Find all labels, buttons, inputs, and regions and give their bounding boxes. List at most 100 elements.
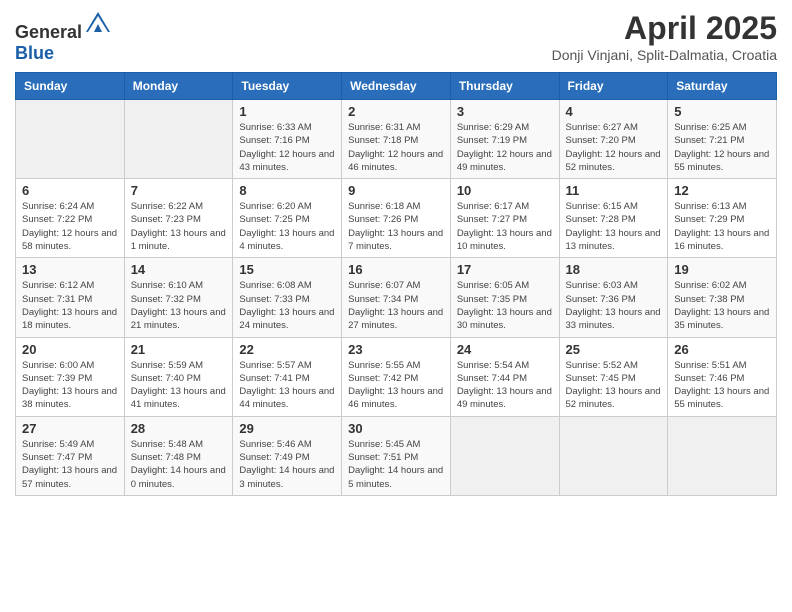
calendar-cell: 4 Sunrise: 6:27 AM Sunset: 7:20 PM Daylig…	[559, 100, 668, 179]
title-area: April 2025 Donji Vinjani, Split-Dalmatia…	[552, 10, 777, 63]
calendar-week-5: 27 Sunrise: 5:49 AM Sunset: 7:47 PM Dayli…	[16, 416, 777, 495]
calendar-cell: 7Sunrise: 6:22 AM Sunset: 7:23 PM Daylig…	[124, 179, 233, 258]
day-number: 4	[566, 104, 662, 119]
calendar-cell: 2Sunrise: 6:31 AM Sunset: 7:18 PM Daylig…	[342, 100, 451, 179]
calendar-cell: 11 Sunrise: 6:15 AM Sunset: 7:28 PM Dayli…	[559, 179, 668, 258]
weekday-header-saturday: Saturday	[668, 73, 777, 100]
day-number: 5	[674, 104, 770, 119]
calendar-cell: 22 Sunrise: 5:57 AM Sunset: 7:41 PM Dayli…	[233, 337, 342, 416]
day-info: Sunrise: 6:00 AM Sunset: 7:39 PM Dayligh…	[22, 359, 118, 412]
day-info: Sunrise: 6:18 AM Sunset: 7:26 PM Dayligh…	[348, 200, 444, 253]
calendar-cell	[124, 100, 233, 179]
day-number: 25	[566, 342, 662, 357]
month-title: April 2025	[552, 10, 777, 47]
page-header: General Blue April 2025 Donji Vinjani, S…	[15, 10, 777, 64]
calendar-cell: 29 Sunrise: 5:46 AM Sunset: 7:49 PM Dayli…	[233, 416, 342, 495]
day-info: Sunrise: 6:33 AM Sunset: 7:16 PM Dayligh…	[239, 121, 335, 174]
calendar-week-2: 6 Sunrise: 6:24 AM Sunset: 7:22 PM Daylig…	[16, 179, 777, 258]
logo-general: General	[15, 22, 82, 42]
day-info: Sunrise: 6:17 AM Sunset: 7:27 PM Dayligh…	[457, 200, 553, 253]
day-number: 18	[566, 262, 662, 277]
calendar-cell	[450, 416, 559, 495]
calendar-week-1: 1Sunrise: 6:33 AM Sunset: 7:16 PM Daylig…	[16, 100, 777, 179]
weekday-header-row: SundayMondayTuesdayWednesdayThursdayFrid…	[16, 73, 777, 100]
weekday-header-wednesday: Wednesday	[342, 73, 451, 100]
day-info: Sunrise: 5:57 AM Sunset: 7:41 PM Dayligh…	[239, 359, 335, 412]
calendar-cell	[559, 416, 668, 495]
location-subtitle: Donji Vinjani, Split-Dalmatia, Croatia	[552, 47, 777, 63]
calendar-week-4: 20Sunrise: 6:00 AM Sunset: 7:39 PM Dayli…	[16, 337, 777, 416]
day-info: Sunrise: 5:45 AM Sunset: 7:51 PM Dayligh…	[348, 438, 444, 491]
logo-blue: Blue	[15, 43, 54, 63]
calendar-cell: 10 Sunrise: 6:17 AM Sunset: 7:27 PM Dayli…	[450, 179, 559, 258]
day-info: Sunrise: 5:49 AM Sunset: 7:47 PM Dayligh…	[22, 438, 118, 491]
day-info: Sunrise: 6:24 AM Sunset: 7:22 PM Dayligh…	[22, 200, 118, 253]
calendar-cell: 1Sunrise: 6:33 AM Sunset: 7:16 PM Daylig…	[233, 100, 342, 179]
weekday-header-friday: Friday	[559, 73, 668, 100]
day-info: Sunrise: 6:03 AM Sunset: 7:36 PM Dayligh…	[566, 279, 662, 332]
calendar-cell: 9 Sunrise: 6:18 AM Sunset: 7:26 PM Daylig…	[342, 179, 451, 258]
calendar-cell: 17 Sunrise: 6:05 AM Sunset: 7:35 PM Dayli…	[450, 258, 559, 337]
page-container: General Blue April 2025 Donji Vinjani, S…	[0, 0, 792, 506]
logo-icon	[84, 10, 112, 38]
logo: General Blue	[15, 10, 112, 64]
day-number: 6	[22, 183, 118, 198]
calendar-cell: 8 Sunrise: 6:20 AM Sunset: 7:25 PM Daylig…	[233, 179, 342, 258]
day-number: 14	[131, 262, 227, 277]
day-info: Sunrise: 6:20 AM Sunset: 7:25 PM Dayligh…	[239, 200, 335, 253]
day-info: Sunrise: 5:55 AM Sunset: 7:42 PM Dayligh…	[348, 359, 444, 412]
day-number: 2	[348, 104, 444, 119]
day-number: 9	[348, 183, 444, 198]
day-number: 11	[566, 183, 662, 198]
day-info: Sunrise: 6:02 AM Sunset: 7:38 PM Dayligh…	[674, 279, 770, 332]
weekday-header-tuesday: Tuesday	[233, 73, 342, 100]
calendar-cell	[668, 416, 777, 495]
day-number: 22	[239, 342, 335, 357]
day-number: 8	[239, 183, 335, 198]
day-number: 21	[131, 342, 227, 357]
day-info: Sunrise: 6:15 AM Sunset: 7:28 PM Dayligh…	[566, 200, 662, 253]
day-info: Sunrise: 6:29 AM Sunset: 7:19 PM Dayligh…	[457, 121, 553, 174]
day-number: 7	[131, 183, 227, 198]
day-info: Sunrise: 6:13 AM Sunset: 7:29 PM Dayligh…	[674, 200, 770, 253]
day-info: Sunrise: 5:59 AM Sunset: 7:40 PM Dayligh…	[131, 359, 227, 412]
day-info: Sunrise: 6:12 AM Sunset: 7:31 PM Dayligh…	[22, 279, 118, 332]
day-info: Sunrise: 5:52 AM Sunset: 7:45 PM Dayligh…	[566, 359, 662, 412]
calendar-cell: 21 Sunrise: 5:59 AM Sunset: 7:40 PM Dayli…	[124, 337, 233, 416]
calendar-cell	[16, 100, 125, 179]
day-number: 16	[348, 262, 444, 277]
day-number: 3	[457, 104, 553, 119]
day-info: Sunrise: 6:27 AM Sunset: 7:20 PM Dayligh…	[566, 121, 662, 174]
calendar-cell: 28 Sunrise: 5:48 AM Sunset: 7:48 PM Dayli…	[124, 416, 233, 495]
day-info: Sunrise: 6:10 AM Sunset: 7:32 PM Dayligh…	[131, 279, 227, 332]
calendar-cell: 14 Sunrise: 6:10 AM Sunset: 7:32 PM Dayli…	[124, 258, 233, 337]
day-number: 29	[239, 421, 335, 436]
day-number: 23	[348, 342, 444, 357]
day-number: 28	[131, 421, 227, 436]
calendar-cell: 5Sunrise: 6:25 AM Sunset: 7:21 PM Daylig…	[668, 100, 777, 179]
day-number: 26	[674, 342, 770, 357]
day-info: Sunrise: 6:05 AM Sunset: 7:35 PM Dayligh…	[457, 279, 553, 332]
calendar-cell: 13Sunrise: 6:12 AM Sunset: 7:31 PM Dayli…	[16, 258, 125, 337]
calendar-cell: 24Sunrise: 5:54 AM Sunset: 7:44 PM Dayli…	[450, 337, 559, 416]
calendar-cell: 6 Sunrise: 6:24 AM Sunset: 7:22 PM Daylig…	[16, 179, 125, 258]
calendar-cell: 16Sunrise: 6:07 AM Sunset: 7:34 PM Dayli…	[342, 258, 451, 337]
day-number: 17	[457, 262, 553, 277]
calendar-cell: 27 Sunrise: 5:49 AM Sunset: 7:47 PM Dayli…	[16, 416, 125, 495]
calendar-cell: 3 Sunrise: 6:29 AM Sunset: 7:19 PM Daylig…	[450, 100, 559, 179]
calendar-cell: 26 Sunrise: 5:51 AM Sunset: 7:46 PM Dayli…	[668, 337, 777, 416]
day-info: Sunrise: 5:51 AM Sunset: 7:46 PM Dayligh…	[674, 359, 770, 412]
day-info: Sunrise: 6:08 AM Sunset: 7:33 PM Dayligh…	[239, 279, 335, 332]
calendar-cell: 15Sunrise: 6:08 AM Sunset: 7:33 PM Dayli…	[233, 258, 342, 337]
calendar-cell: 20Sunrise: 6:00 AM Sunset: 7:39 PM Dayli…	[16, 337, 125, 416]
weekday-header-thursday: Thursday	[450, 73, 559, 100]
weekday-header-sunday: Sunday	[16, 73, 125, 100]
calendar-cell: 23 Sunrise: 5:55 AM Sunset: 7:42 PM Dayli…	[342, 337, 451, 416]
day-number: 30	[348, 421, 444, 436]
day-number: 27	[22, 421, 118, 436]
day-number: 10	[457, 183, 553, 198]
calendar-cell: 19Sunrise: 6:02 AM Sunset: 7:38 PM Dayli…	[668, 258, 777, 337]
calendar-cell: 18 Sunrise: 6:03 AM Sunset: 7:36 PM Dayli…	[559, 258, 668, 337]
day-info: Sunrise: 5:46 AM Sunset: 7:49 PM Dayligh…	[239, 438, 335, 491]
day-info: Sunrise: 5:48 AM Sunset: 7:48 PM Dayligh…	[131, 438, 227, 491]
